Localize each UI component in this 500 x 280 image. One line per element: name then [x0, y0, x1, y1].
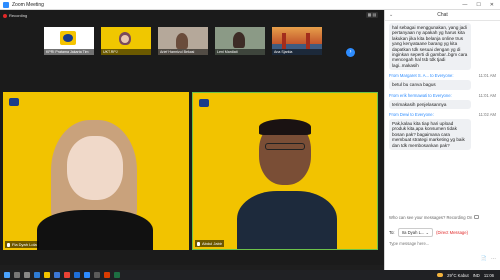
- participant-name: Fia Dyah Lola: [12, 242, 37, 247]
- zoom-app-icon: [3, 1, 9, 8]
- clock[interactable]: 11:06: [484, 273, 494, 278]
- participant-thumbnail[interactable]: Arief Hamrizul Bekasi: [158, 27, 208, 55]
- gallery-strip: KPRI Pratama Jakarta Tim UKT.RPJ Arief H…: [44, 27, 322, 55]
- video-stage: Recording ▦ ▤ KPRI Pratama Jakarta Tim U…: [0, 10, 384, 265]
- direct-message-label: (Direct Message): [436, 230, 468, 235]
- task-view-icon[interactable]: [24, 272, 30, 278]
- chat-message: Pak,kalau kita tiap hari upload produk k…: [389, 119, 471, 151]
- participant-name: Leni Mardiati: [215, 49, 265, 55]
- chat-input[interactable]: [389, 238, 493, 248]
- djp-logo: [9, 98, 19, 106]
- minimize-button[interactable]: —: [462, 2, 467, 8]
- system-tray: 29°C Kabut IND 11:06: [437, 273, 494, 278]
- zoom-icon[interactable]: [84, 272, 90, 278]
- chat-panel: ⌄ Chat hal sebagai menggunakan, yang jad…: [384, 10, 500, 270]
- word-icon[interactable]: [74, 272, 80, 278]
- maximize-button[interactable]: ☐: [476, 2, 480, 8]
- chevron-down-icon[interactable]: ⌄: [389, 10, 393, 20]
- participant-thumbnail[interactable]: KPRI Pratama Jakarta Tim: [44, 27, 94, 55]
- mic-icon: [7, 242, 10, 247]
- chat-message: betul bu canva bagus: [389, 80, 471, 90]
- participant-name: Arief Hamrizul Bekasi: [158, 49, 208, 55]
- weather-icon[interactable]: [437, 273, 444, 277]
- message-meta: From erik hermawati to Everyone: 11:01 A…: [389, 92, 496, 98]
- taskbar-apps: [4, 272, 120, 278]
- file-icon[interactable]: 📄: [481, 256, 487, 262]
- chat-messages[interactable]: hal sebagai menggunakan, yang jadi perta…: [385, 21, 500, 155]
- participant-name: UKT.RPJ: [101, 49, 151, 55]
- chrome-icon[interactable]: [64, 272, 70, 278]
- weather-text[interactable]: 29°C Kabut: [447, 273, 468, 278]
- recording-indicator: Recording: [3, 13, 27, 18]
- to-label: To:: [389, 230, 395, 235]
- search-icon[interactable]: [14, 272, 20, 278]
- who-can-see-link[interactable]: Who can see your messages? Recording On: [389, 215, 480, 220]
- participant-thumbnail[interactable]: Leni Mardiati: [215, 27, 265, 55]
- recipient-row: To: Ira Dyah L... ⌄ (Direct Message): [389, 228, 468, 237]
- recording-label: Recording: [9, 13, 28, 18]
- message-meta: From Margaret S. A... to Everyone: 11:01…: [389, 73, 496, 79]
- powerpoint-icon[interactable]: [104, 272, 110, 278]
- participant-name-tag: Abdul Jabir: [195, 240, 225, 247]
- participant-name: Abdul Jabir: [202, 241, 223, 246]
- video-tile-right[interactable]: Abdul Jabir: [192, 92, 378, 250]
- recipient-select[interactable]: Ira Dyah L... ⌄: [397, 228, 434, 237]
- video-tile-left[interactable]: Fia Dyah Lola: [3, 92, 189, 250]
- language-indicator[interactable]: IND: [473, 273, 480, 278]
- chat-message: terimakasih penjelasannya: [389, 99, 471, 110]
- participant-name-tag: Fia Dyah Lola: [5, 241, 39, 248]
- windows-start-icon[interactable]: [4, 272, 10, 278]
- window-titlebar: Zoom Meeting — ☐ ✕: [0, 0, 500, 10]
- who-can-see-label: Who can see your messages? Recording On: [389, 215, 473, 220]
- chat-footer: 📄 ⋯: [481, 256, 496, 262]
- os-taskbar: 29°C Kabut IND 11:06: [0, 270, 500, 280]
- participant-name: Ana Sjarkia: [272, 49, 322, 55]
- file-explorer-icon[interactable]: [44, 272, 50, 278]
- participant-thumbnail[interactable]: UKT.RPJ: [101, 27, 151, 55]
- recording-dot-icon: [3, 13, 7, 18]
- more-options-icon[interactable]: [474, 215, 480, 219]
- mic-icon: [197, 241, 200, 246]
- chevron-right-icon[interactable]: ›: [346, 48, 355, 57]
- more-icon[interactable]: ⋯: [491, 256, 496, 262]
- store-icon[interactable]: [54, 272, 60, 278]
- view-layout-icon[interactable]: ▦ ▤: [366, 12, 378, 18]
- chat-header: ⌄ Chat: [385, 10, 500, 21]
- chat-message: hal sebagai menggunakan, yang jadi perta…: [389, 23, 471, 71]
- edge-icon[interactable]: [34, 272, 40, 278]
- djp-logo: [199, 99, 209, 107]
- participant-name: KPRI Pratama Jakarta Tim: [44, 49, 94, 55]
- close-button[interactable]: ✕: [490, 2, 494, 8]
- window-title: Zoom Meeting: [12, 1, 44, 8]
- window-controls: — ☐ ✕: [462, 2, 494, 8]
- excel-icon[interactable]: [114, 272, 120, 278]
- participant-thumbnail[interactable]: Ana Sjarkia: [272, 27, 322, 55]
- app-icon[interactable]: [94, 272, 100, 278]
- message-meta: From Dewi to Everyone: 11:02 AM: [389, 112, 496, 118]
- chat-title: Chat: [437, 12, 448, 18]
